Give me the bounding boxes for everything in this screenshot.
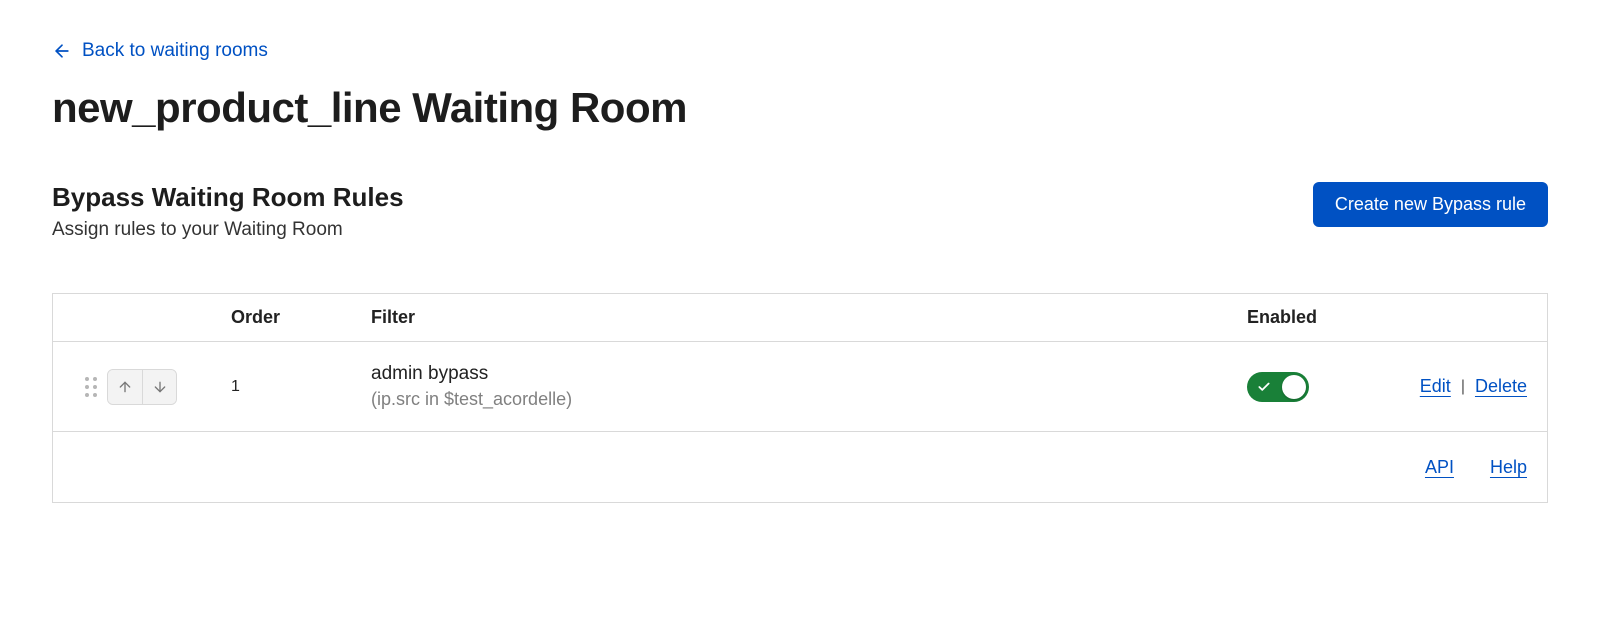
rule-name: admin bypass (371, 363, 1247, 385)
action-separator: | (1461, 378, 1465, 396)
section-subtitle: Assign rules to your Waiting Room (52, 219, 404, 241)
delete-link[interactable]: Delete (1475, 376, 1527, 397)
arrow-left-icon (52, 41, 72, 61)
arrow-up-icon (117, 379, 133, 395)
back-link[interactable]: Back to waiting rooms (52, 40, 268, 62)
table-row: 1 admin bypass (ip.src in $test_acordell… (53, 342, 1547, 432)
edit-link[interactable]: Edit (1420, 376, 1451, 397)
column-order: Order (231, 307, 371, 328)
help-link[interactable]: Help (1490, 457, 1527, 478)
create-bypass-rule-button[interactable]: Create new Bypass rule (1313, 182, 1548, 227)
table-header: Order Filter Enabled (53, 294, 1547, 342)
rule-order: 1 (231, 378, 371, 396)
arrow-down-icon (152, 379, 168, 395)
section-title: Bypass Waiting Room Rules (52, 182, 404, 213)
move-up-button[interactable] (108, 370, 142, 404)
column-enabled: Enabled (1247, 307, 1357, 328)
table-footer: API Help (53, 432, 1547, 502)
move-down-button[interactable] (142, 370, 176, 404)
reorder-buttons (107, 369, 177, 405)
column-filter: Filter (371, 307, 1247, 328)
rule-expression: (ip.src in $test_acordelle) (371, 389, 1247, 410)
rules-table: Order Filter Enabled 1 admin bypass (ip.… (52, 293, 1548, 503)
api-link[interactable]: API (1425, 457, 1454, 478)
page-title: new_product_line Waiting Room (52, 84, 1548, 132)
enabled-toggle[interactable] (1247, 372, 1309, 402)
check-icon (1257, 380, 1271, 394)
drag-handle-icon[interactable] (85, 377, 97, 397)
back-link-label: Back to waiting rooms (82, 40, 268, 62)
